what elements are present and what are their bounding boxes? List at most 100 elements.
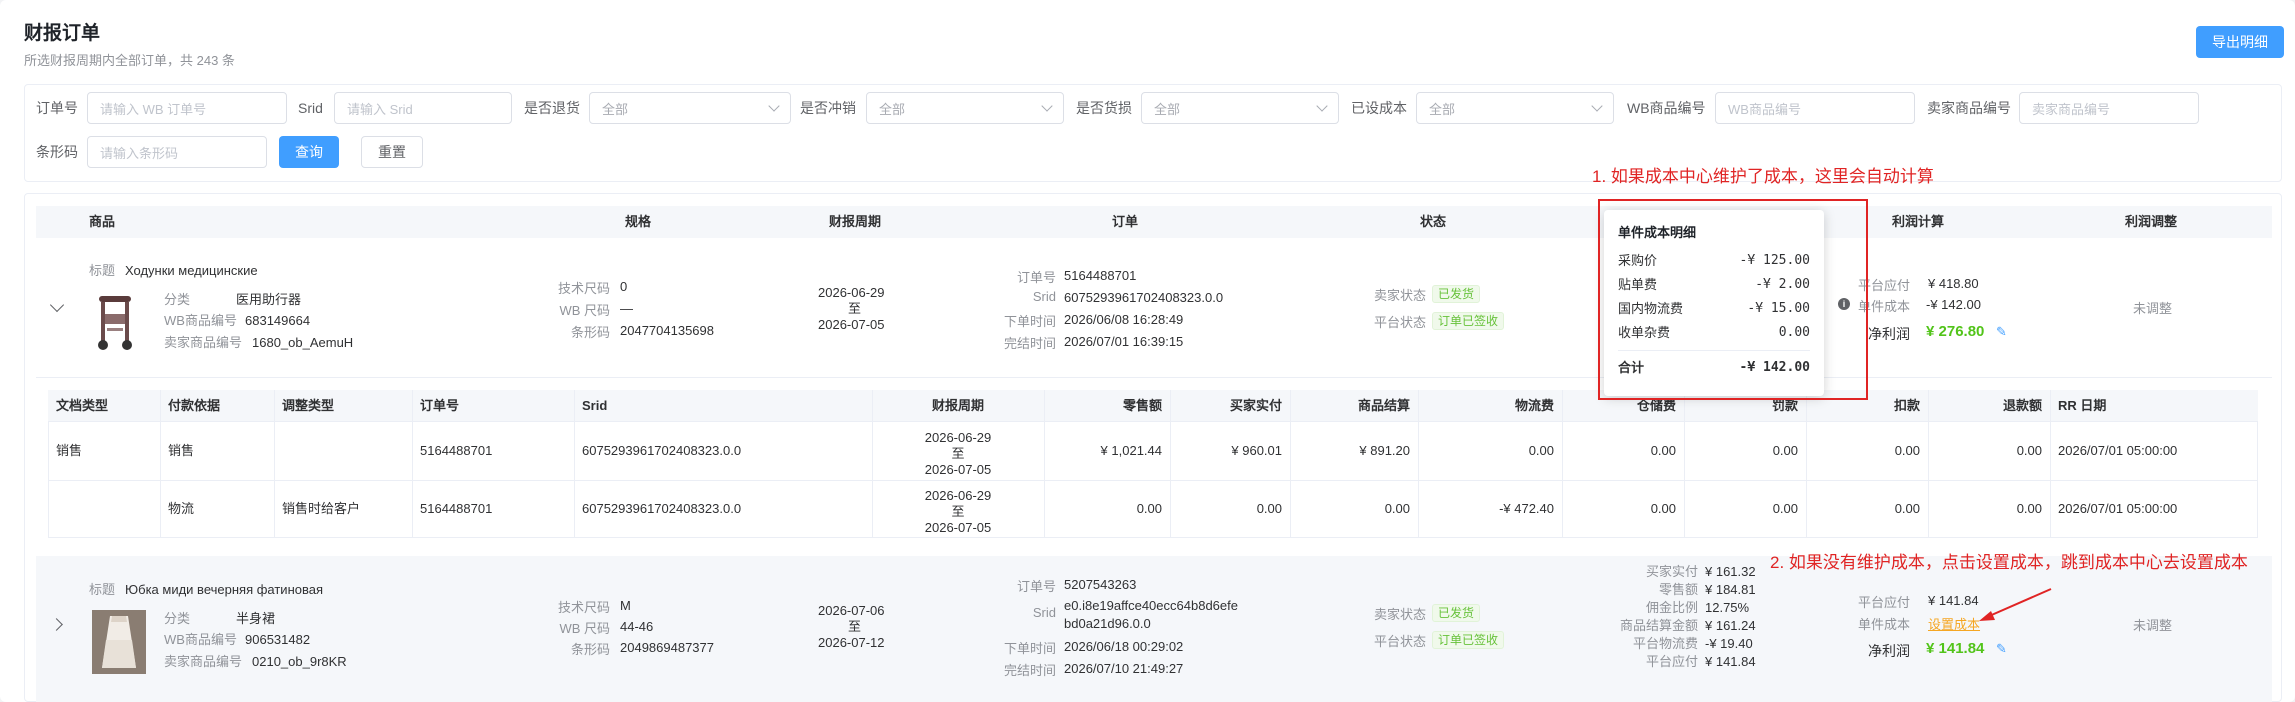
detail-col-srid: Srid: [582, 398, 608, 413]
is-return-select[interactable]: 全部: [589, 92, 791, 124]
amount-label: 佣金比例: [1645, 600, 1698, 615]
detail-col-period: 财报周期: [931, 398, 984, 413]
col-product: 商品: [89, 214, 116, 229]
amount-label: 平台物流费: [1632, 636, 1698, 651]
divider: [274, 390, 275, 538]
amount-label: 买家实付: [1645, 564, 1698, 579]
detail-cell-logistics-fee: -¥ 472.40: [1499, 501, 1554, 516]
detail-col-goods-settle: 商品结算: [1357, 398, 1410, 413]
chevron-down-icon: [1591, 100, 1603, 112]
order-no-input[interactable]: 请输入 WB 订单号: [87, 92, 287, 124]
detail-cell-buyer-paid: ¥ 960.01: [1231, 443, 1282, 458]
divider: [412, 390, 413, 538]
amount-value: ¥ 161.24: [1705, 618, 1756, 633]
page: 财报订单 所选财报周期内全部订单，共 243 条 导出明细 订单号 请输入 WB…: [0, 0, 2295, 702]
detail-cell-period: 2026-07-05: [924, 462, 992, 477]
detail-cell-rr-date: 2026/07/01 05:00:00: [2058, 443, 2178, 458]
platform-due-value: ¥ 141.84: [1928, 593, 1979, 608]
unit-cost-value[interactable]: -¥ 142.00: [1926, 296, 1981, 314]
edit-icon[interactable]: ✎: [1996, 641, 2007, 657]
detail-cell-srid: 6075293961702408323.0.0: [582, 501, 742, 516]
status-badge: 订单已签收: [1432, 312, 1505, 330]
detail-cell-doc-type: 销售: [56, 443, 83, 458]
tech-size-value: 0: [620, 279, 628, 294]
annotation-box: [1598, 199, 1868, 400]
divider: [1806, 390, 1807, 538]
detail-col-doc-type: 文档类型: [56, 398, 109, 413]
tech-size-label: 技术尺码: [557, 281, 610, 296]
divider: [1170, 390, 1171, 538]
cost-set-select[interactable]: 全部: [1416, 92, 1614, 124]
order-time-label: 下单时间: [1003, 314, 1056, 329]
edit-icon[interactable]: ✎: [1996, 324, 2007, 340]
order-no-label: 订单号: [1016, 579, 1056, 594]
set-cost-link[interactable]: 设置成本: [1928, 614, 1980, 633]
adjust-status: 未调整: [2133, 301, 2173, 316]
order-no-label: 订单号: [36, 100, 78, 116]
wb-sku-input[interactable]: WB商品编号: [1715, 92, 1915, 124]
seller-status-label: 卖家状态: [1373, 607, 1426, 622]
seller-sku-label: 卖家商品编号: [164, 654, 243, 669]
srid-value-line1: e0.i8e19affce40ecc64b8d6efe: [1064, 598, 1238, 613]
annotation-arrow-icon: [1979, 588, 2052, 621]
seller-sku-label: 卖家商品编号: [164, 335, 243, 350]
unit-cost-label: 单件成本: [1857, 617, 1910, 632]
detail-col-refund: 退款额: [2002, 398, 2042, 413]
detail-cell-goods-settle: 0.00: [1384, 501, 1410, 516]
export-button[interactable]: 导出明细: [2196, 26, 2284, 58]
is-offset-value: 全部: [879, 101, 906, 117]
detail-cell-period: 2026-07-05: [924, 520, 992, 535]
col-adjust: 利润调整: [2125, 214, 2178, 229]
detail-cell-retail-amount: ¥ 1,021.44: [1100, 443, 1162, 458]
detail-cell-deduction: 0.00: [1894, 501, 1920, 516]
amount-value: ¥ 161.32: [1705, 564, 1756, 579]
barcode-label: 条形码: [570, 642, 610, 657]
srid-label: Srid: [1032, 289, 1056, 304]
divider: [574, 390, 575, 538]
divider: [1418, 390, 1419, 538]
seller-sku-value: 0210_ob_9r8KR: [252, 654, 347, 669]
annotation-note-2: 2. 如果没有维护成本，点击设置成本，跳到成本中心去设置成本: [1770, 553, 2248, 572]
amount-value: 12.75%: [1705, 600, 1750, 615]
chevron-down-icon: [1041, 100, 1053, 112]
reset-button[interactable]: 重置: [361, 136, 423, 168]
amount-label: 零售额: [1658, 582, 1698, 597]
done-time-label: 完结时间: [1003, 336, 1056, 351]
detail-col-adjust-type: 调整类型: [282, 398, 335, 413]
tech-size-label: 技术尺码: [557, 600, 610, 615]
title-label: 标题: [89, 263, 116, 278]
divider: [1684, 390, 1685, 538]
order-time-value: 2026/06/18 00:29:02: [1064, 639, 1184, 654]
is-return-value: 全部: [602, 101, 629, 117]
net-profit-label: 净利润: [1868, 643, 1910, 659]
seller-sku-input[interactable]: 卖家商品编号: [2019, 92, 2199, 124]
divider: [1044, 390, 1045, 538]
detail-cell-refund: 0.00: [2016, 443, 2042, 458]
skirt-image: [92, 610, 146, 674]
seller-status-label: 卖家状态: [1373, 288, 1426, 303]
divider: [872, 390, 873, 538]
detail-col-logistics-fee: 物流费: [1514, 398, 1554, 413]
query-button[interactable]: 查询: [279, 136, 339, 168]
wb-size-label: WB 尺码: [559, 303, 610, 318]
barcode-input[interactable]: 请输入条形码: [87, 136, 267, 168]
wb-size-value: —: [620, 301, 633, 316]
order-time-value: 2026/06/08 16:28:49: [1064, 312, 1184, 327]
chevron-down-icon: [1316, 100, 1328, 112]
srid-input[interactable]: 请输入 Srid: [334, 92, 512, 124]
col-status: 状态: [1420, 214, 1447, 229]
detail-col-rr-date: RR 日期: [2058, 398, 2107, 413]
title-label: 标题: [89, 582, 116, 597]
srid-value: 6075293961702408323.0.0: [1064, 290, 1224, 305]
annotation-note-1: 1. 如果成本中心维护了成本，这里会自动计算: [1592, 167, 1934, 186]
detail-cell-refund: 0.00: [2016, 501, 2042, 516]
is-damage-select[interactable]: 全部: [1141, 92, 1339, 124]
detail-cell-retail-amount: 0.00: [1136, 501, 1162, 516]
page-subtitle: 所选财报周期内全部订单，共 243 条: [24, 53, 235, 68]
amount-label: 商品结算金额: [1619, 618, 1698, 633]
category-label: 分类: [164, 611, 191, 626]
product-image: [89, 288, 143, 352]
is-offset-select[interactable]: 全部: [866, 92, 1064, 124]
divider: [2050, 390, 2051, 538]
col-period: 财报周期: [829, 214, 882, 229]
